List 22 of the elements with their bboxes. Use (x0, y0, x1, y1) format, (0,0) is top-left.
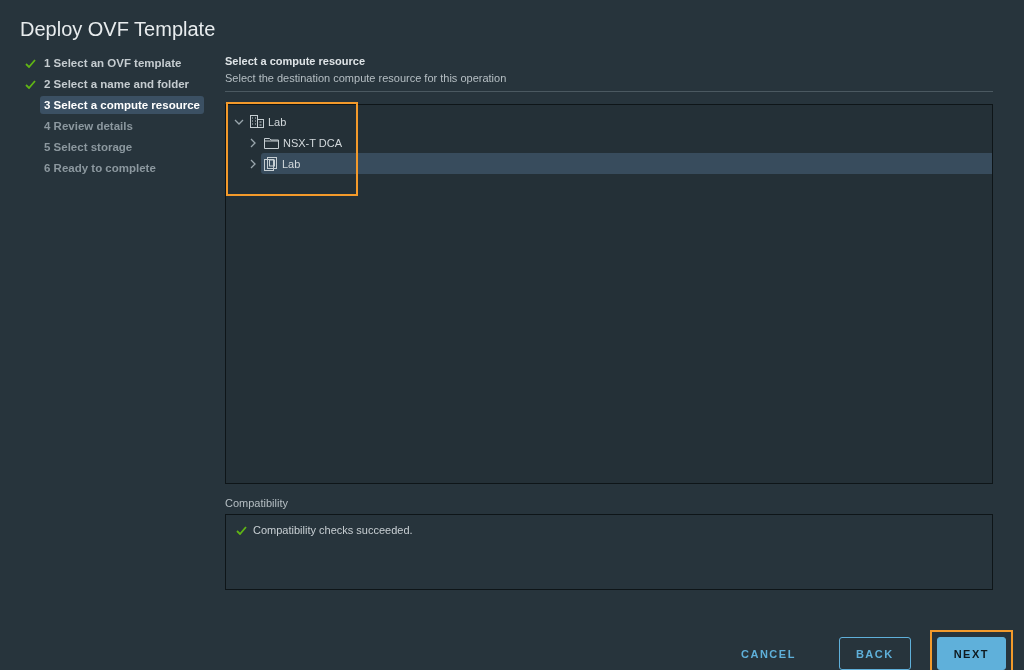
chevron-right-icon[interactable] (248, 137, 258, 148)
text-button[interactable]: CANCEL (724, 637, 813, 670)
check-icon (25, 79, 36, 89)
folder-icon (264, 136, 279, 149)
tree-item[interactable]: Lab (261, 153, 992, 174)
check-icon (236, 526, 247, 535)
wizard-step[interactable]: 2 Select a name and folder (40, 75, 194, 93)
section-heading: Select a compute resource (225, 55, 366, 67)
wizard-step[interactable]: 1 Select an OVF template (40, 54, 186, 72)
tree-item[interactable]: NSX-T DCA (261, 132, 992, 153)
tree-item[interactable]: Lab (247, 111, 992, 132)
compatibility-label: Compatibility (225, 497, 289, 509)
check-icon (25, 58, 36, 68)
dialog-title: Deploy OVF Template (20, 18, 217, 41)
server-stack-icon (264, 156, 278, 171)
wizard-step[interactable]: 3 Select a compute resource (40, 96, 204, 114)
section-subtitle: Select the destination compute resource for this operation (225, 72, 993, 92)
outline-button[interactable]: BACK (838, 637, 911, 670)
compatibility-message: Compatibility checks succeeded. (253, 524, 413, 536)
chevron-right-icon[interactable] (248, 158, 258, 169)
building-icon (250, 115, 264, 128)
primary-button[interactable]: NEXT (936, 637, 1006, 670)
